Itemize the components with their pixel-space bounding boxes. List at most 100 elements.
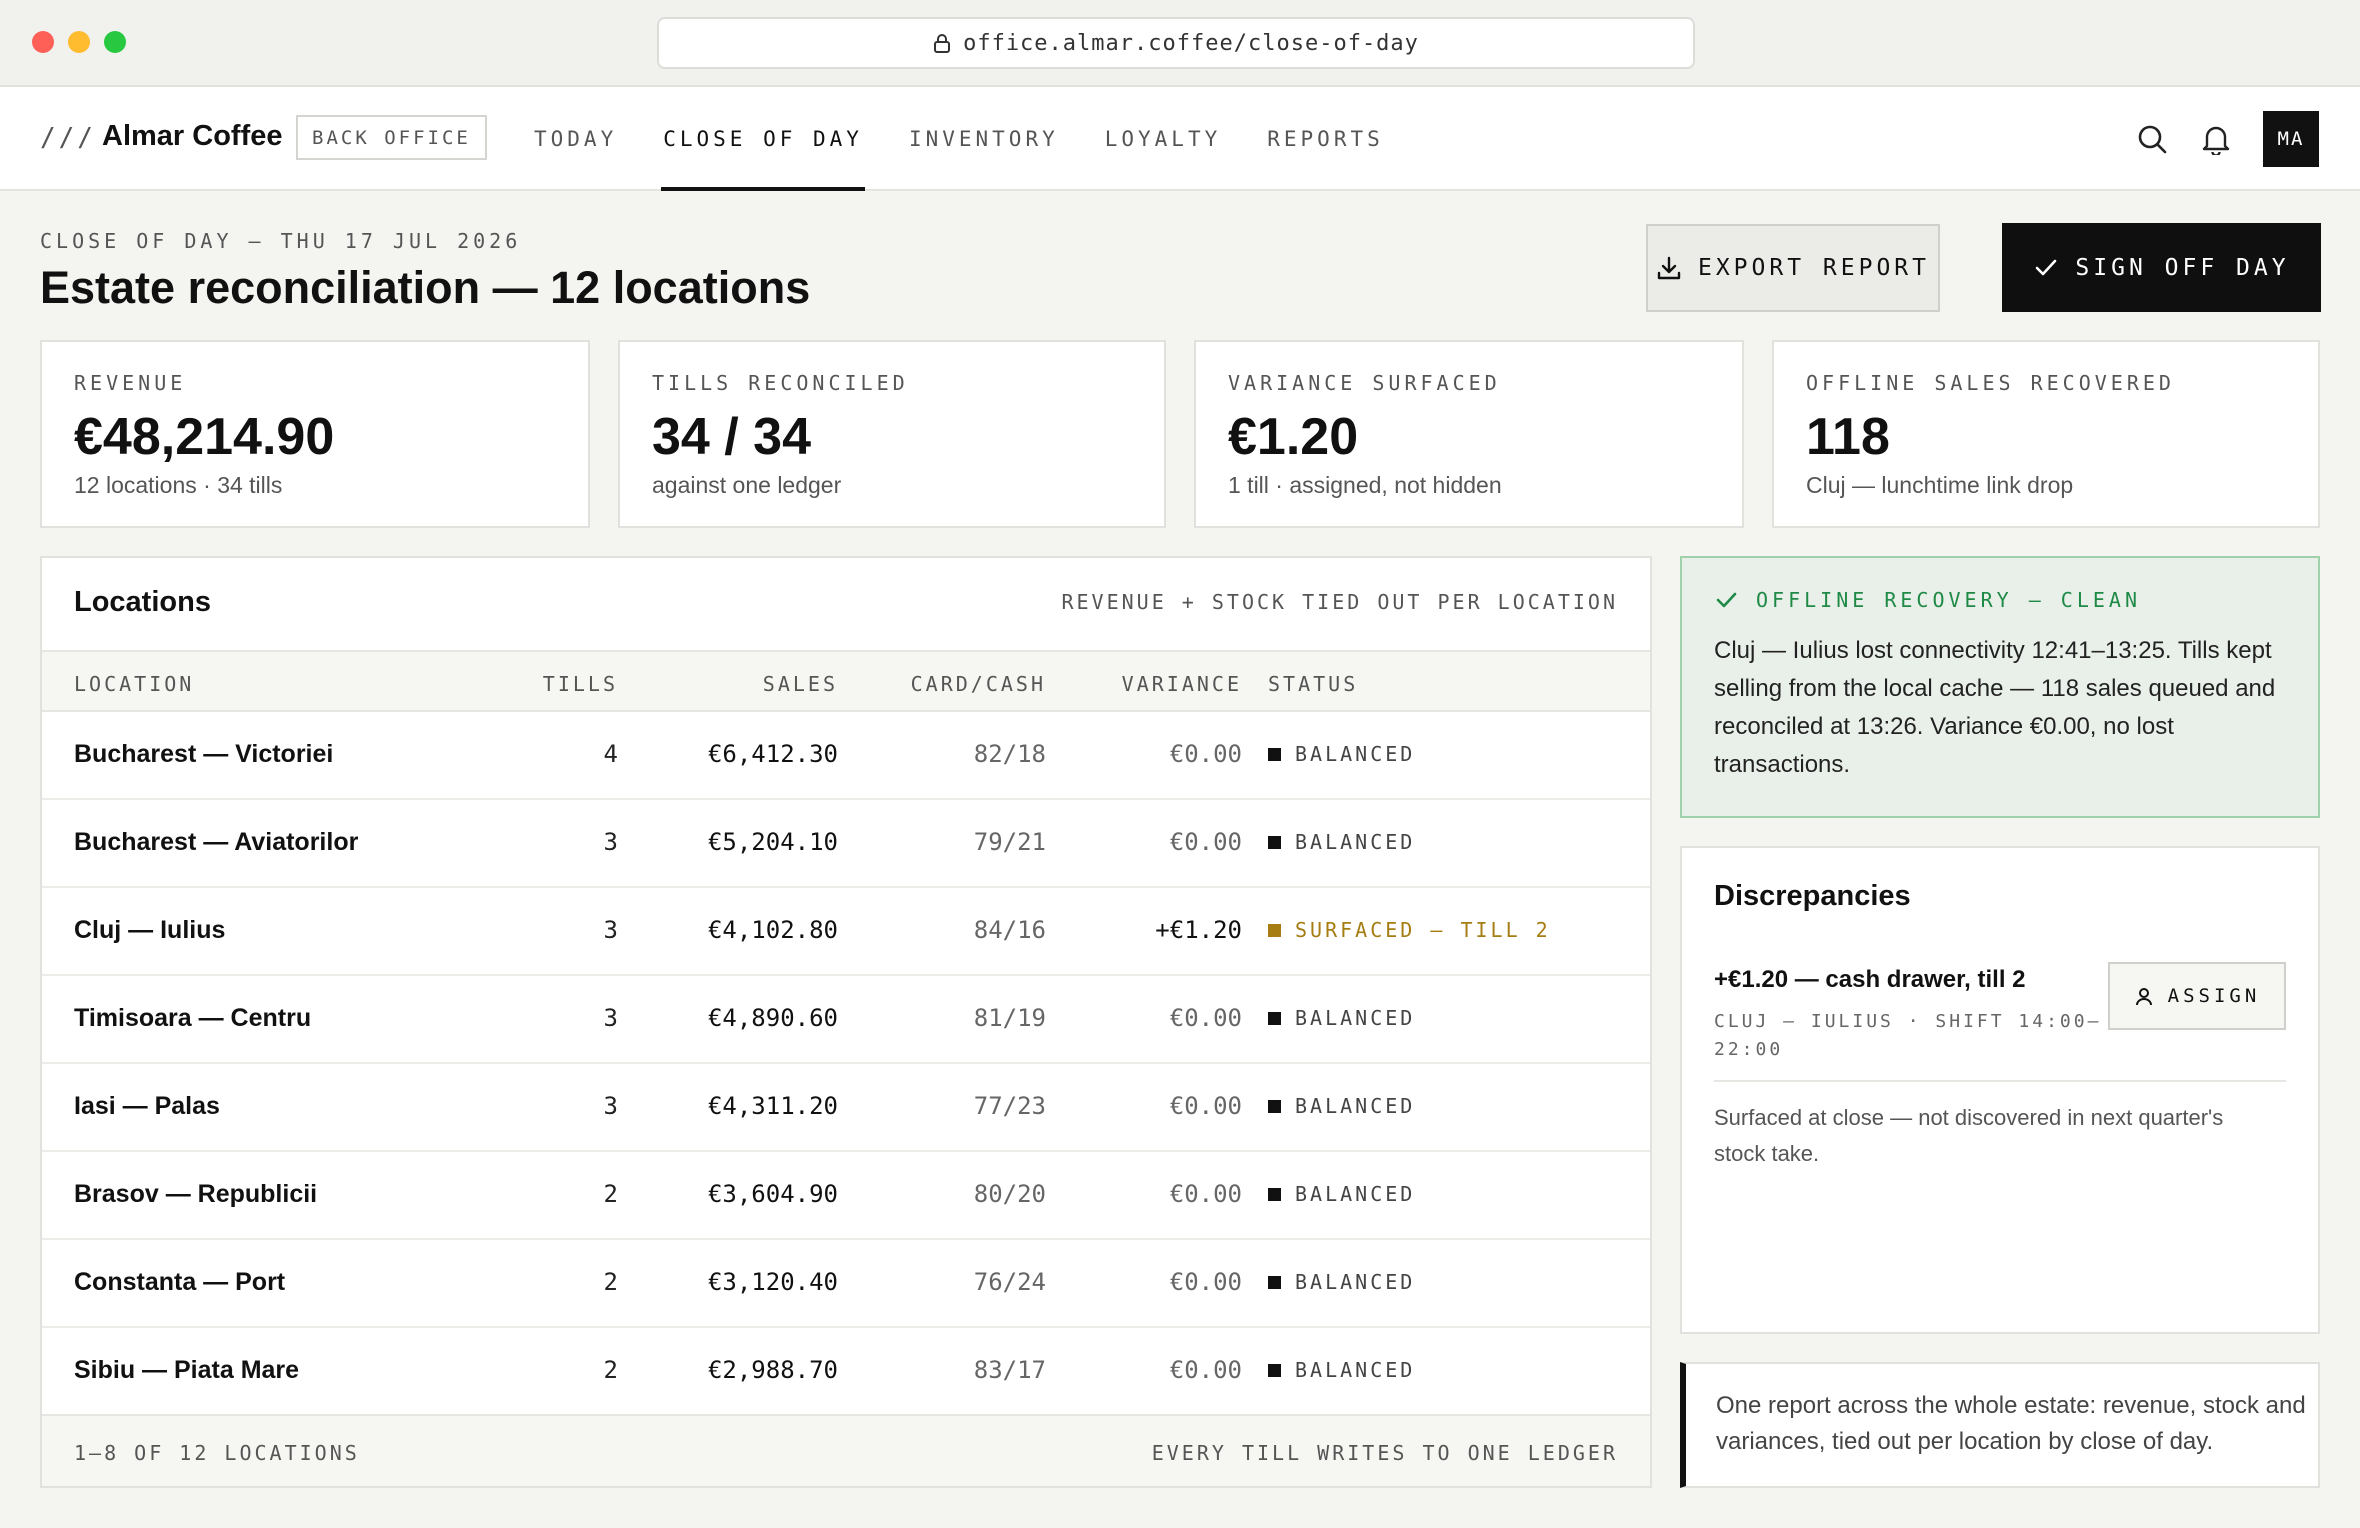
assign-label: ASSIGN xyxy=(2167,985,2261,1007)
column-card-cash[interactable]: CARD/CASH xyxy=(911,672,1046,696)
sales-value: €2,988.70 xyxy=(707,1356,838,1384)
column-tills[interactable]: TILLS xyxy=(543,672,618,696)
kpi-variance-surfaced: VARIANCE SURFACED €1.20 1 till · assigne… xyxy=(1194,340,1744,528)
location-name: Constanta — Port xyxy=(74,1268,286,1296)
status-square-icon xyxy=(1268,1187,1281,1201)
nav-today[interactable]: TODAY xyxy=(534,87,617,191)
card-cash-ratio: 79/21 xyxy=(973,828,1046,856)
kpi-offline-sales: OFFLINE SALES RECOVERED 118 Cluj — lunch… xyxy=(1772,340,2320,528)
tills-count: 4 xyxy=(603,740,618,768)
card-cash-ratio: 84/16 xyxy=(973,916,1046,944)
table-row[interactable]: Iasi — Palas 3 €4,311.20 77/23 €0.00 BAL… xyxy=(42,1064,1650,1152)
kpi-label: VARIANCE SURFACED xyxy=(1228,371,1501,395)
window-maximize-button[interactable] xyxy=(104,31,126,53)
tills-count: 3 xyxy=(603,916,618,944)
kpi-tills-reconciled: TILLS RECONCILED 34 / 34 against one led… xyxy=(618,340,1166,528)
download-icon xyxy=(1657,256,1681,280)
location-name: Sibiu — Piata Mare xyxy=(74,1356,300,1384)
nav-close-of-day[interactable]: CLOSE OF DAY xyxy=(661,87,865,191)
status-text: SURFACED — TILL 2 xyxy=(1295,918,1551,942)
tills-count: 3 xyxy=(603,1004,618,1032)
status-badge: BALANCED xyxy=(1268,1358,1415,1382)
status-square-icon xyxy=(1268,1011,1281,1025)
kpi-value: 118 xyxy=(1806,408,1890,466)
tills-count: 2 xyxy=(603,1356,618,1384)
location-name: Bucharest — Aviatorilor xyxy=(74,828,359,856)
kpi-revenue: REVENUE €48,214.90 12 locations · 34 til… xyxy=(40,340,590,528)
location-name: Cluj — Iulius xyxy=(74,916,226,944)
address-text: office.almar.coffee/close-of-day xyxy=(963,30,1419,56)
location-name: Iasi — Palas xyxy=(74,1092,220,1120)
kpi-sub: 1 till · assigned, not hidden xyxy=(1228,472,1502,498)
card-cash-ratio: 83/17 xyxy=(973,1356,1046,1384)
status-badge: BALANCED xyxy=(1268,742,1415,766)
status-text: BALANCED xyxy=(1295,1182,1416,1206)
sales-value: €4,890.60 xyxy=(707,1004,838,1032)
status-badge: SURFACED — TILL 2 xyxy=(1268,918,1551,942)
nav-inventory[interactable]: INVENTORY xyxy=(909,87,1059,191)
column-sales[interactable]: SALES xyxy=(763,672,838,696)
variance-value: €0.00 xyxy=(1169,1004,1242,1032)
variance-value: +€1.20 xyxy=(1155,916,1242,944)
page-title: Estate reconciliation — 12 locations xyxy=(40,262,811,313)
avatar[interactable]: MA xyxy=(2263,111,2319,167)
window-minimize-button[interactable] xyxy=(68,31,90,53)
column-status[interactable]: STATUS xyxy=(1268,672,1358,696)
offline-recovery-title: OFFLINE RECOVERY — CLEAN xyxy=(1756,588,2141,612)
kpi-sub: 12 locations · 34 tills xyxy=(74,472,283,498)
table-row[interactable]: Brasov — Republicii 2 €3,604.90 80/20 €0… xyxy=(42,1152,1650,1240)
table-row[interactable]: Bucharest — Aviatorilor 3 €5,204.10 79/2… xyxy=(42,800,1650,888)
variance-value: €0.00 xyxy=(1169,1092,1242,1120)
sign-off-day-label: SIGN OFF DAY xyxy=(2075,254,2290,281)
search-icon[interactable] xyxy=(2136,123,2168,155)
status-square-icon xyxy=(1268,1363,1281,1377)
discrepancy-note: Surfaced at close — not discovered in ne… xyxy=(1714,1105,2224,1166)
assign-button[interactable]: ASSIGN xyxy=(2108,962,2286,1030)
status-badge: BALANCED xyxy=(1268,1006,1415,1030)
nav-reports[interactable]: REPORTS xyxy=(1267,87,1384,191)
tills-count: 3 xyxy=(603,1092,618,1120)
table-row[interactable]: Constanta — Port 2 €3,120.40 76/24 €0.00… xyxy=(42,1240,1650,1328)
variance-value: €0.00 xyxy=(1169,1268,1242,1296)
discrepancies-panel: Discrepancies +€1.20 — cash drawer, till… xyxy=(1680,846,2320,1334)
brand-name[interactable]: Almar Coffee xyxy=(102,120,283,153)
tills-count: 2 xyxy=(603,1268,618,1296)
column-location[interactable]: LOCATION xyxy=(74,672,194,696)
divider xyxy=(1714,1080,2286,1082)
column-variance[interactable]: VARIANCE xyxy=(1122,672,1242,696)
browser-chrome: office.almar.coffee/close-of-day xyxy=(0,0,2360,87)
sales-value: €3,120.40 xyxy=(707,1268,838,1296)
table-row[interactable]: Cluj — Iulius 3 €4,102.80 84/16 +€1.20 S… xyxy=(42,888,1650,976)
window-close-button[interactable] xyxy=(32,31,54,53)
address-bar[interactable]: office.almar.coffee/close-of-day xyxy=(657,17,1695,69)
table-row[interactable]: Timisoara — Centru 3 €4,890.60 81/19 €0.… xyxy=(42,976,1650,1064)
locations-note: REVENUE + STOCK TIED OUT PER LOCATION xyxy=(1061,590,1618,614)
sales-value: €4,102.80 xyxy=(707,916,838,944)
sales-value: €6,412.30 xyxy=(707,740,838,768)
status-square-icon xyxy=(1268,923,1281,937)
kpi-label: REVENUE xyxy=(74,371,187,395)
card-cash-ratio: 82/18 xyxy=(973,740,1046,768)
status-text: BALANCED xyxy=(1295,1270,1416,1294)
variance-value: €0.00 xyxy=(1169,1180,1242,1208)
table-header: LOCATION TILLS SALES CARD/CASH VARIANCE … xyxy=(42,650,1650,712)
kpi-value: 34 / 34 xyxy=(652,408,812,466)
discrepancy-title: +€1.20 — cash drawer, till 2 xyxy=(1714,966,2026,993)
bell-icon[interactable] xyxy=(2200,123,2232,155)
status-text: BALANCED xyxy=(1295,1358,1416,1382)
pagination-info: 1–8 OF 12 LOCATIONS xyxy=(74,1441,360,1465)
sign-off-day-button[interactable]: SIGN OFF DAY xyxy=(2002,223,2321,312)
table-body: Bucharest — Victoriei 4 €6,412.30 82/18 … xyxy=(42,712,1650,1416)
variance-value: €0.00 xyxy=(1169,740,1242,768)
table-row[interactable]: Sibiu — Piata Mare 2 €2,988.70 83/17 €0.… xyxy=(42,1328,1650,1416)
card-cash-ratio: 81/19 xyxy=(973,1004,1046,1032)
status-text: BALANCED xyxy=(1295,742,1416,766)
nav-loyalty[interactable]: LOYALTY xyxy=(1105,87,1222,191)
table-row[interactable]: Bucharest — Victoriei 4 €6,412.30 82/18 … xyxy=(42,712,1650,800)
location-name: Timisoara — Centru xyxy=(74,1004,312,1032)
export-report-button[interactable]: EXPORT REPORT xyxy=(1646,224,1940,312)
table-footer: 1–8 OF 12 LOCATIONS EVERY TILL WRITES TO… xyxy=(42,1414,1650,1486)
summary-quote-text: One report across the whole estate: reve… xyxy=(1716,1392,2306,1455)
kpi-sub: Cluj — lunchtime link drop xyxy=(1806,472,2074,498)
kpi-label: TILLS RECONCILED xyxy=(652,371,909,395)
